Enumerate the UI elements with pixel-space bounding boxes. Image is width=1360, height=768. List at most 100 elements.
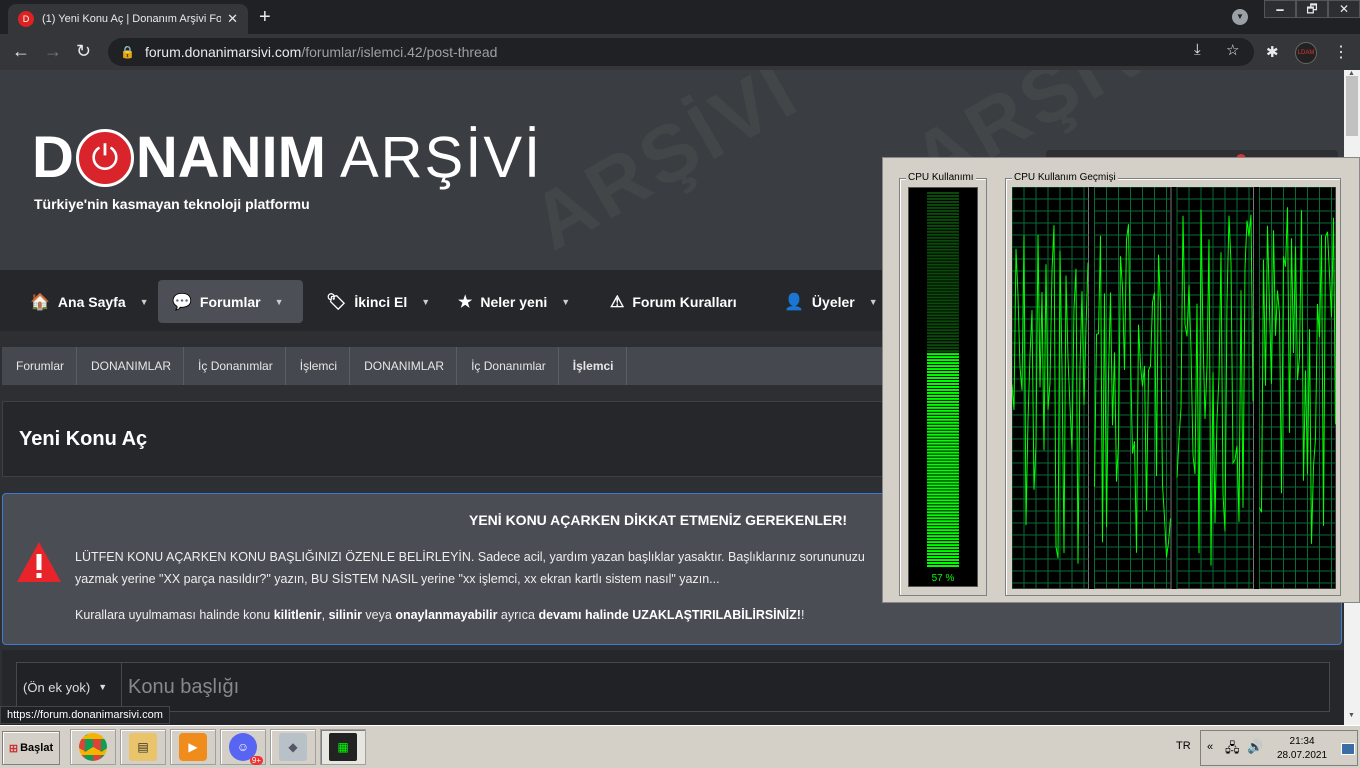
reload-icon[interactable]: ↻ (76, 41, 91, 61)
scroll-down-icon[interactable]: ▼ (1348, 712, 1355, 719)
taskbar-app[interactable]: ◆ (270, 729, 316, 765)
meter-segment (927, 230, 959, 233)
bookmark-star-icon[interactable]: ☆ (1226, 41, 1239, 59)
minimize-button[interactable]: 🗕 (1264, 0, 1296, 18)
logo-letter: D (32, 125, 74, 190)
tab-search-icon[interactable]: ▼ (1232, 9, 1248, 25)
start-label: Başlat (20, 742, 54, 754)
discord-icon: ☺ 9+ (229, 733, 263, 765)
chevron-down-icon[interactable]: ▼ (561, 297, 570, 307)
lock-icon[interactable]: 🔒 (120, 45, 135, 59)
meter-segment (927, 442, 959, 445)
notice-text: ! (800, 608, 805, 622)
meter-segment (927, 356, 959, 359)
breadcrumb-item[interactable]: İşlemci (286, 347, 351, 385)
meter-segment (927, 439, 959, 442)
forward-icon[interactable]: → (44, 41, 62, 61)
user-icon: 👤 (784, 293, 804, 311)
tab-close-icon[interactable]: ✕ (227, 11, 238, 27)
nav-forum-kurallari[interactable]: ⚠ Forum Kuralları (596, 280, 751, 323)
taskbar-chrome[interactable] (70, 729, 116, 765)
network-icon[interactable]: 🖧 (1225, 739, 1240, 761)
nav-ikinci-el[interactable]: 🏷 İkinci El ▼ (312, 280, 444, 323)
nav-ana-sayfa[interactable]: 🏠 Ana Sayfa ▼ (16, 280, 163, 323)
breadcrumb-item[interactable]: İç Donanımlar (457, 347, 559, 385)
tray-expand-icon[interactable]: « (1207, 741, 1213, 753)
thread-form: (Ön ek yok) ▼ (2, 650, 1344, 725)
meter-segment (927, 511, 959, 514)
meter-segment (927, 559, 959, 562)
meter-segment (927, 520, 959, 523)
breadcrumb-item[interactable]: DONANIMLAR (350, 347, 458, 385)
clock-date: 28.07.2021 (1277, 750, 1328, 761)
breadcrumb-item[interactable]: Forumlar (2, 347, 78, 385)
address-bar[interactable]: 🔒 forum.donanimarsivi.com/forumlar/islem… (108, 38, 1254, 66)
show-desktop-icon[interactable] (1341, 743, 1355, 755)
breadcrumb-item[interactable]: İç Donanımlar (184, 347, 286, 385)
install-app-icon[interactable]: ⤓ (1194, 41, 1201, 58)
breadcrumb-label: DONANIMLAR (91, 359, 172, 373)
nav-neler-yeni[interactable]: ★ Neler yeni ▼ (444, 280, 584, 323)
notice-text: , (321, 608, 329, 622)
meter-segment (927, 490, 959, 493)
volume-icon[interactable]: 🔊 (1247, 739, 1263, 755)
tag-icon: 🏷 (326, 293, 347, 311)
meter-segment (927, 221, 959, 224)
meter-segment (927, 508, 959, 511)
taskbar-discord[interactable]: ☺ 9+ (220, 729, 266, 765)
meter-segment (927, 278, 959, 281)
chevron-down-icon[interactable]: ▼ (140, 297, 149, 307)
scrollbar-thumb[interactable] (1346, 76, 1358, 136)
meter-segment (927, 347, 959, 350)
close-window-button[interactable]: ✕ (1328, 0, 1360, 18)
cpu-usage-meter: 57 % (908, 187, 978, 587)
meter-segment (927, 266, 959, 269)
meter-segment (927, 374, 959, 377)
profile-avatar[interactable]: LDAM (1295, 42, 1317, 64)
nav-label: Neler yeni (480, 293, 548, 310)
taskbar: ⊞ Başlat ▤ ▶ ☺ 9+ ◆ ▦ TR « 🖧 🔊 21:34 28.07.… (0, 725, 1360, 768)
new-tab-button[interactable]: + (259, 6, 271, 29)
nav-label: Ana Sayfa (57, 293, 126, 310)
back-icon[interactable]: ← (12, 41, 30, 61)
meter-segment (927, 203, 959, 206)
breadcrumb-label: İşlemci (299, 359, 338, 373)
extensions-icon[interactable]: ✱ (1266, 43, 1279, 61)
meter-segment (927, 257, 959, 260)
taskbar-explorer[interactable]: ▤ (120, 729, 166, 765)
clock[interactable]: 21:34 28.07.2021 (1277, 735, 1327, 763)
start-button[interactable]: ⊞ Başlat (2, 731, 60, 765)
meter-segment (927, 275, 959, 278)
meter-segment (927, 409, 959, 412)
site-logo[interactable]: D ⏻ NANIM ARŞİVİ (32, 128, 542, 188)
page-title: Yeni Konu Aç (19, 428, 148, 450)
meter-segment (927, 535, 959, 538)
browser-tab[interactable]: D (1) Yeni Konu Aç | Donanım Arşivi Fo ✕ (8, 4, 248, 34)
breadcrumb-item[interactable]: DONANIMLAR (77, 347, 185, 385)
taskbar-media-player[interactable]: ▶ (170, 729, 216, 765)
taskbar-task-manager[interactable]: ▦ (320, 729, 366, 765)
meter-segment (927, 326, 959, 329)
nav-uyeler[interactable]: 👤 Üyeler ▼ (770, 280, 892, 323)
meter-segment (927, 436, 959, 439)
meter-segment (927, 532, 959, 535)
chevron-down-icon[interactable]: ▼ (421, 297, 430, 307)
breadcrumb-item[interactable]: İşlemci (559, 347, 627, 385)
prefix-select[interactable]: (Ön ek yok) ▼ (17, 663, 122, 711)
cpu-monitor-window[interactable]: CPU Kullanımı 57 % CPU Kullanım Geçmişi (882, 157, 1360, 603)
chevron-down-icon[interactable]: ▼ (869, 297, 878, 307)
thread-title-input[interactable] (122, 663, 1329, 711)
core-graph (1259, 187, 1336, 589)
meter-segment (927, 194, 959, 197)
meter-segment (927, 448, 959, 451)
browser-menu-icon[interactable]: ⋮ (1333, 42, 1349, 62)
meter-segment (927, 412, 959, 415)
chevron-down-icon[interactable]: ▼ (275, 297, 284, 307)
nav-forumlar[interactable]: 💬 Forumlar ▼ (158, 280, 303, 323)
meter-segment (927, 421, 959, 424)
maximize-button[interactable]: 🗗 (1296, 0, 1328, 18)
logo-text-arsivi: ARŞİVİ (339, 125, 543, 190)
meter-segment (927, 397, 959, 400)
language-indicator[interactable]: TR (1176, 740, 1191, 752)
site-tagline: Türkiye'nin kasmayan teknoloji platformu (34, 196, 310, 212)
